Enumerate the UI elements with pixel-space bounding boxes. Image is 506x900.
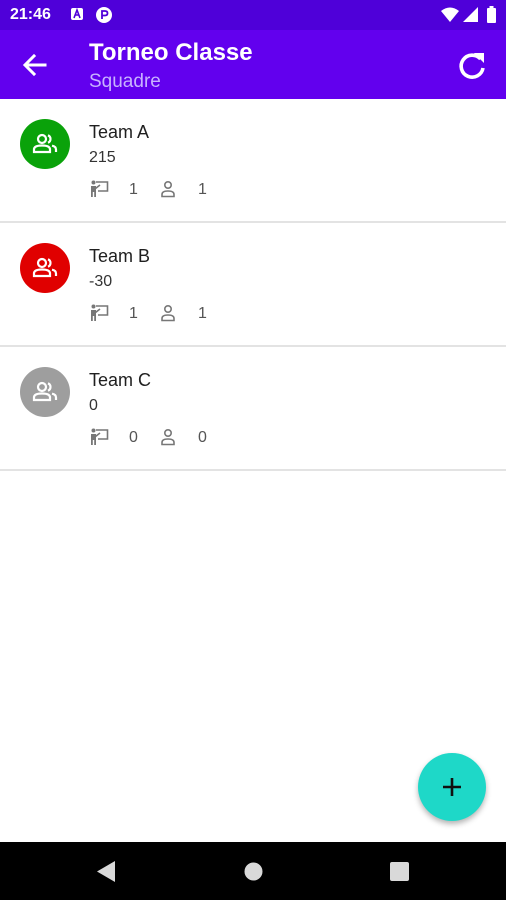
- students-count: 1: [198, 181, 207, 198]
- navigation-bar: [0, 842, 506, 900]
- person-icon: [161, 180, 175, 198]
- notification-p-icon: [96, 7, 112, 23]
- plus-icon: [443, 778, 461, 796]
- refresh-button[interactable]: [455, 49, 489, 83]
- status-bar: 21:46: [0, 0, 506, 30]
- refresh-icon: [459, 53, 485, 79]
- notification-a-icon: [71, 8, 83, 20]
- signal-icon: [463, 7, 478, 22]
- wifi-icon: [441, 7, 459, 22]
- teacher-icon: [91, 428, 109, 445]
- students-count: 1: [198, 305, 207, 322]
- list-item[interactable]: Team A 215 1 1: [0, 99, 506, 223]
- students-count: 0: [198, 429, 207, 446]
- team-name: Team B: [89, 246, 151, 266]
- teacher-icon: [91, 180, 109, 197]
- arrow-back-icon: [22, 53, 47, 77]
- teachers-count: 0: [129, 429, 138, 446]
- group-icon: [32, 257, 58, 278]
- team-avatar: [20, 119, 70, 169]
- battery-icon: [487, 6, 496, 23]
- person-icon: [161, 428, 175, 446]
- status-time: 21:46: [10, 6, 51, 23]
- team-avatar: [20, 367, 70, 417]
- teachers-count: 1: [129, 305, 138, 322]
- list-item[interactable]: Team C 0 0 0: [0, 347, 506, 471]
- group-icon: [32, 381, 58, 402]
- back-button[interactable]: [20, 50, 50, 80]
- page-subtitle: Squadre: [89, 71, 161, 92]
- group-icon: [32, 133, 58, 154]
- teachers-count: 1: [129, 181, 138, 198]
- team-score: -30: [89, 273, 113, 290]
- team-list: Team A 215 1 1 Team B -30 1 1 Team C 0 0…: [0, 99, 506, 471]
- team-score: 0: [89, 397, 98, 414]
- teacher-icon: [91, 304, 109, 321]
- back-triangle-icon[interactable]: [97, 861, 115, 882]
- team-name: Team A: [89, 122, 150, 142]
- team-name: Team C: [89, 370, 152, 390]
- add-team-button[interactable]: [418, 753, 486, 821]
- app-bar: Torneo Classe Squadre: [0, 30, 506, 99]
- person-icon: [161, 304, 175, 322]
- page-title: Torneo Classe: [89, 39, 253, 66]
- team-avatar: [20, 243, 70, 293]
- team-score: 215: [89, 149, 116, 166]
- recents-square-icon[interactable]: [390, 862, 409, 881]
- list-item[interactable]: Team B -30 1 1: [0, 223, 506, 347]
- home-circle-icon[interactable]: [244, 862, 263, 881]
